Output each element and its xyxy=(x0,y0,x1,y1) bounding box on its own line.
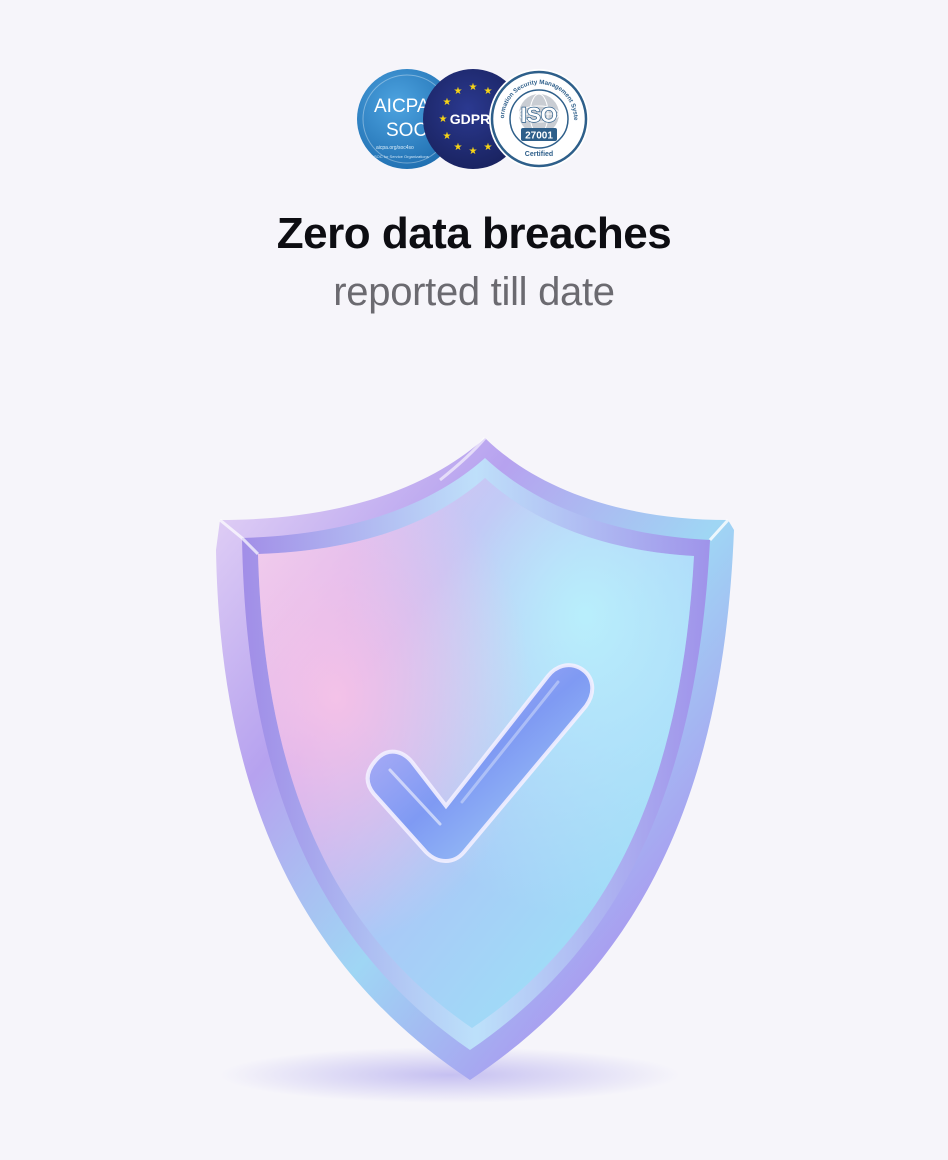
aicpa-rim-text: SOC for Service Organizations xyxy=(374,154,429,159)
svg-text:★: ★ xyxy=(454,142,463,153)
page-subheadline: reported till date xyxy=(333,270,615,314)
aicpa-line2: SOC xyxy=(386,120,427,141)
gdpr-label: GDPR xyxy=(450,111,490,127)
svg-text:★: ★ xyxy=(469,146,478,157)
svg-text:★: ★ xyxy=(454,86,463,97)
svg-text:★: ★ xyxy=(439,114,448,125)
iso-27001-badge-icon: Information Security Management System I… xyxy=(488,68,590,170)
page-headline: Zero data breaches xyxy=(276,209,672,258)
shield-checkmark-icon xyxy=(150,420,798,1120)
svg-text:★: ★ xyxy=(484,86,493,97)
certification-badges: AICPA SOC aicpa.org/soc4so SOC for Servi… xyxy=(356,68,592,172)
svg-text:★: ★ xyxy=(443,131,452,142)
iso-line2: 27001 xyxy=(525,131,553,142)
iso-line1: ISO xyxy=(521,104,557,127)
svg-text:★: ★ xyxy=(484,142,493,153)
svg-text:★: ★ xyxy=(443,97,452,108)
iso-bottom: Certified xyxy=(525,151,553,158)
svg-text:★: ★ xyxy=(469,82,478,93)
aicpa-small: aicpa.org/soc4so xyxy=(376,145,414,151)
